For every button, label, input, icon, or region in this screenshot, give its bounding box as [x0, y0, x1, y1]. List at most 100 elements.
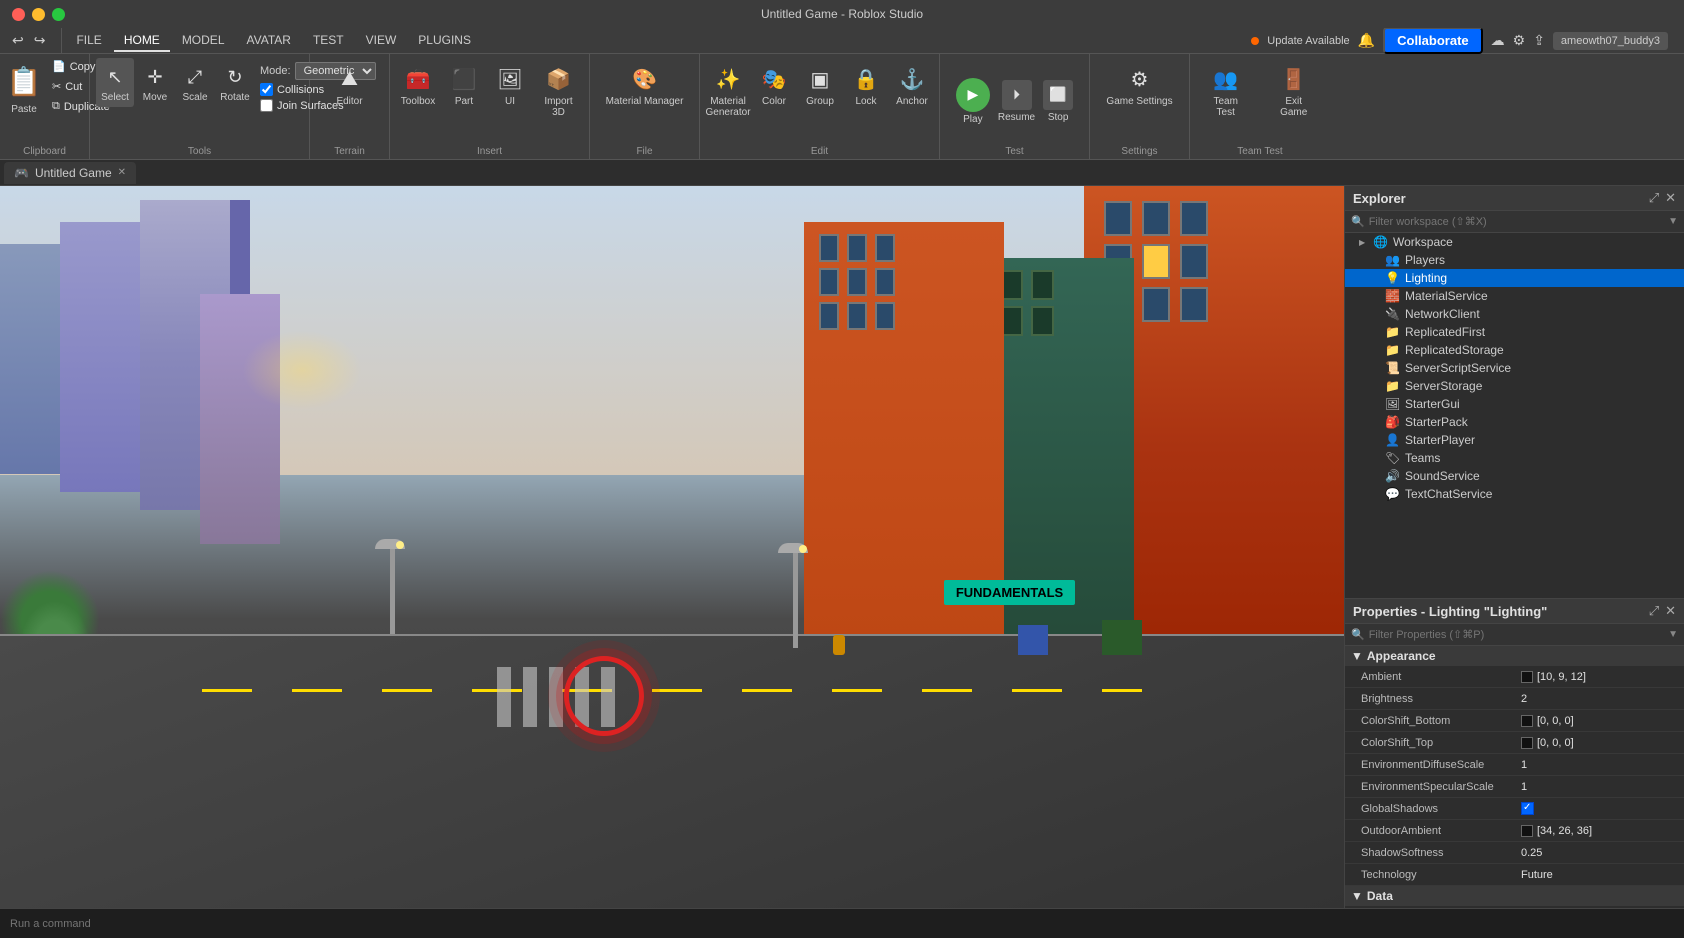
- prop-name-EnvironmentDiffuseScale: EnvironmentDiffuseScale: [1361, 759, 1521, 771]
- explorer-item-replicatedfirst[interactable]: 📁 ReplicatedFirst: [1345, 323, 1684, 341]
- explorer-item-starterpack[interactable]: 🎒 StarterPack: [1345, 413, 1684, 431]
- move-tool[interactable]: ✛ Move: [136, 58, 174, 107]
- lock-button[interactable]: 🔒 Lock: [844, 58, 888, 111]
- prop-row-colorshift-top[interactable]: ColorShift_Top [0, 0, 0]: [1345, 732, 1684, 754]
- prop-row-technology[interactable]: Technology Future: [1345, 864, 1684, 886]
- resume-icon: ⏵: [1002, 80, 1032, 110]
- scale-tool[interactable]: ⤢ Scale: [176, 58, 214, 107]
- prop-checkbox-GlobalShadows[interactable]: [1521, 802, 1534, 815]
- menu-view[interactable]: VIEW: [356, 30, 407, 52]
- material-manager-button[interactable]: 🎨 Material Manager: [598, 58, 692, 111]
- explorer-item-workspace[interactable]: ▶ 🌐 Workspace: [1345, 233, 1684, 251]
- explorer-header-icons: ⤢ ✕: [1649, 190, 1676, 206]
- group-button[interactable]: ▣ Group: [798, 58, 842, 111]
- team-test-icon: 👥: [1209, 62, 1243, 96]
- prop-row-globalshadows[interactable]: GlobalShadows: [1345, 798, 1684, 820]
- cloud-icon[interactable]: ☁: [1491, 32, 1505, 49]
- explorer-expand-icon[interactable]: ⤢: [1649, 190, 1659, 206]
- prop-row-outdoorambient[interactable]: OutdoorAmbient [34, 26, 36]: [1345, 820, 1684, 842]
- appearance-section-header[interactable]: ▼Appearance: [1345, 646, 1684, 666]
- explorer-item-soundservice[interactable]: 🔊 SoundService: [1345, 467, 1684, 485]
- undo-button[interactable]: ↩: [8, 30, 28, 51]
- redo-button[interactable]: ↪: [30, 30, 50, 51]
- explorer-item-lighting[interactable]: 💡 Lighting: [1345, 269, 1684, 287]
- filter-input[interactable]: [1369, 216, 1664, 228]
- explorer-item-textchatservice[interactable]: 💬 TextChatService: [1345, 485, 1684, 503]
- item-name-serverstorage: ServerStorage: [1405, 379, 1680, 393]
- main-content: FUNDAMENTALS Explorer ⤢ ✕ 🔍 ▼: [0, 186, 1684, 908]
- exit-game-button[interactable]: 🚪 Exit Game: [1263, 58, 1324, 122]
- minimize-button[interactable]: [32, 8, 45, 21]
- data-arrow: ▼: [1351, 889, 1363, 903]
- prop-value-container-ShadowSoftness: 0.25: [1521, 847, 1676, 859]
- notification-icon[interactable]: 🔔: [1358, 32, 1375, 49]
- menu-home[interactable]: HOME: [114, 30, 170, 52]
- part-button[interactable]: ⬛ Part: [442, 58, 486, 111]
- title-bar: Untitled Game - Roblox Studio: [0, 0, 1684, 28]
- prop-row-environmentdiffusescale[interactable]: EnvironmentDiffuseScale 1: [1345, 754, 1684, 776]
- resume-button[interactable]: ⏵ Resume: [998, 80, 1035, 123]
- select-tool[interactable]: ↖ Select: [96, 58, 134, 107]
- console-input[interactable]: [10, 918, 1674, 930]
- color-button[interactable]: 🎭 Color: [752, 58, 796, 111]
- editor-button[interactable]: ⛰ Editor: [325, 58, 375, 111]
- join-surfaces-checkbox[interactable]: [260, 99, 273, 112]
- prop-value-Technology: Future: [1521, 869, 1553, 881]
- update-available-label[interactable]: Update Available: [1267, 35, 1349, 47]
- prop-row-colorshift-bottom[interactable]: ColorShift_Bottom [0, 0, 0]: [1345, 710, 1684, 732]
- material-generator-button[interactable]: ✨ Material Generator: [706, 58, 750, 122]
- viewport[interactable]: FUNDAMENTALS: [0, 186, 1344, 908]
- properties-close-icon[interactable]: ✕: [1665, 603, 1676, 619]
- item-icon-starterpack: 🎒: [1385, 415, 1401, 429]
- menu-avatar[interactable]: AVATAR: [237, 30, 301, 52]
- explorer-item-networkclient[interactable]: 🔌 NetworkClient: [1345, 305, 1684, 323]
- window-controls[interactable]: [12, 8, 65, 21]
- ui-button[interactable]: 🖼 UI: [488, 58, 532, 111]
- explorer-item-serverstorage[interactable]: 📁 ServerStorage: [1345, 377, 1684, 395]
- item-name-teams: Teams: [1405, 451, 1680, 465]
- stop-button[interactable]: ⬜ Stop: [1043, 80, 1073, 123]
- maximize-button[interactable]: [52, 8, 65, 21]
- explorer-item-replicatedstorage[interactable]: 📁 ReplicatedStorage: [1345, 341, 1684, 359]
- settings-icon[interactable]: ⚙: [1513, 32, 1526, 49]
- prop-row-brightness[interactable]: Brightness 2: [1345, 688, 1684, 710]
- editor-icon: ⛰: [333, 62, 367, 96]
- paste-button[interactable]: 📋 Paste: [6, 58, 42, 115]
- explorer-panel: Explorer ⤢ ✕ 🔍 ▼ ▶ 🌐 Workspace 👥 Players: [1345, 186, 1684, 598]
- explorer-item-serverscriptservice[interactable]: 📜 ServerScriptService: [1345, 359, 1684, 377]
- anchor-button[interactable]: ⚓ Anchor: [890, 58, 934, 111]
- explorer-item-startergui[interactable]: 🖼 StarterGui: [1345, 395, 1684, 413]
- explorer-item-starterplayer[interactable]: 👤 StarterPlayer: [1345, 431, 1684, 449]
- item-icon-lighting: 💡: [1385, 271, 1401, 285]
- prop-row-environmentspecularscale[interactable]: EnvironmentSpecularScale 1: [1345, 776, 1684, 798]
- item-name-replicatedstorage: ReplicatedStorage: [1405, 343, 1680, 357]
- close-tab-button[interactable]: ✕: [118, 167, 126, 178]
- toolbox-button[interactable]: 🧰 Toolbox: [396, 58, 440, 111]
- prop-filter-input[interactable]: [1369, 629, 1664, 641]
- properties-expand-icon[interactable]: ⤢: [1649, 603, 1659, 619]
- close-button[interactable]: [12, 8, 25, 21]
- collisions-checkbox[interactable]: [260, 83, 273, 96]
- team-test-button[interactable]: 👥 Team Test: [1196, 58, 1255, 122]
- collaborate-button[interactable]: Collaborate: [1383, 27, 1483, 54]
- prop-row-ambient[interactable]: Ambient [10, 9, 12]: [1345, 666, 1684, 688]
- data-section-header[interactable]: ▼Data: [1345, 886, 1684, 906]
- menu-test[interactable]: TEST: [303, 30, 354, 52]
- explorer-item-players[interactable]: 👥 Players: [1345, 251, 1684, 269]
- rotate-tool[interactable]: ↻ Rotate: [216, 58, 254, 107]
- import3d-button[interactable]: 📦 Import 3D: [534, 58, 583, 122]
- game-settings-button[interactable]: ⚙ Game Settings: [1098, 58, 1180, 111]
- lock-icon: 🔒: [849, 62, 883, 96]
- play-button[interactable]: ▶ Play: [956, 78, 990, 125]
- item-name-materialservice: MaterialService: [1405, 289, 1680, 303]
- explorer-item-teams[interactable]: 🏷 Teams: [1345, 449, 1684, 467]
- menu-model[interactable]: MODEL: [172, 30, 235, 52]
- menu-plugins[interactable]: PLUGINS: [408, 30, 481, 52]
- share-icon[interactable]: ⇪: [1533, 32, 1545, 49]
- prop-value-container-GlobalShadows: [1521, 802, 1676, 815]
- menu-file[interactable]: FILE: [66, 30, 111, 52]
- explorer-item-materialservice[interactable]: 🧱 MaterialService: [1345, 287, 1684, 305]
- untitled-game-tab[interactable]: 🎮 Untitled Game ✕: [4, 162, 136, 184]
- explorer-close-icon[interactable]: ✕: [1665, 190, 1676, 206]
- prop-row-shadowsoftness[interactable]: ShadowSoftness 0.25: [1345, 842, 1684, 864]
